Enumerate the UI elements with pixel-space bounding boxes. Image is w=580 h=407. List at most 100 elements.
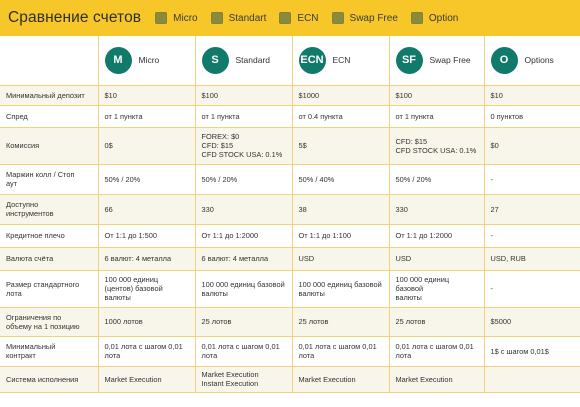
table-cell: Market Execution — [389, 366, 485, 393]
account-name: Micro — [138, 54, 160, 65]
table-cell — [484, 366, 580, 393]
table-cell: 100 000 единиц базовой валюты — [389, 270, 485, 308]
table-cell: $10 — [484, 85, 580, 106]
table-cell: $100 — [389, 85, 485, 106]
row-label: Кредитное плечо — [0, 224, 99, 248]
table-cell: Market Execution Instant Execution — [195, 366, 293, 393]
table-cell: $100 — [195, 85, 293, 106]
table-cell: 1$ с шагом 0,01$ — [484, 336, 580, 367]
table-cell: 25 лотов — [389, 307, 485, 337]
table-cell: FOREX: $0 CFD: $15 CFD STOCK USA: 0.1% — [195, 127, 293, 165]
account-name: ECN — [332, 54, 351, 65]
table-cell: 50% / 20% — [98, 164, 196, 195]
comparison-table: M Micro S Standard ECN ECN SF Swap Free … — [0, 36, 580, 393]
account-header-ecn: ECN ECN — [292, 36, 390, 86]
account-header-standard: S Standard — [195, 36, 293, 86]
table-cell: От 1:1 до 1:2000 — [195, 224, 293, 248]
filter-label: Micro — [173, 12, 198, 24]
table-cell: 330 — [389, 194, 485, 225]
table-cell: 0,01 лота с шагом 0,01 лота — [98, 336, 196, 367]
table-row: Спред от 1 пункта от 1 пункта от 0.4 пункта… — [0, 105, 580, 128]
table-cell: 1000 лотов — [98, 307, 196, 337]
row-label: Маржин колл / Стоп аут — [0, 164, 99, 195]
table-cell: 6 валют: 4 металла — [98, 247, 196, 271]
row-label: Минимальный депозит — [0, 85, 99, 106]
page-title: Сравнение счетов — [8, 9, 142, 26]
table-cell: 0,01 лота с шагом 0,01 лота — [292, 336, 390, 367]
account-header-row: M Micro S Standard ECN ECN SF Swap Free … — [0, 36, 580, 86]
account-badge-icon: M — [104, 46, 132, 74]
account-badge-icon: S — [201, 46, 229, 74]
table-cell: USD, RUB — [484, 247, 580, 271]
table-cell: 0$ — [98, 127, 196, 165]
table-row: Система исполнения Market Execution Market… — [0, 366, 580, 393]
filter-micro[interactable]: Micro — [155, 12, 198, 24]
table-cell: От 1:1 до 1:500 — [98, 224, 196, 248]
account-header-options: O Options — [484, 36, 580, 86]
table-cell: 25 лотов — [195, 307, 293, 337]
table-row: Комиссия 0$ FOREX: $0 CFD: $15 CFD STOCK U… — [0, 127, 580, 165]
filter-swap-free[interactable]: Swap Free — [331, 12, 398, 24]
table-cell: - — [484, 224, 580, 248]
table-cell: $10 — [98, 85, 196, 106]
table-cell: от 0.4 пункта — [292, 105, 390, 128]
table-row: Маржин колл / Стоп аут 50% / 20% 50% / 20%… — [0, 164, 580, 195]
table-cell: 330 — [195, 194, 293, 225]
corner-cell — [0, 36, 99, 86]
checkbox-icon[interactable] — [155, 12, 168, 24]
filter-standart[interactable]: Standart — [210, 12, 267, 24]
filter-ecn[interactable]: ECN — [279, 12, 319, 24]
table-cell: $0 — [484, 127, 580, 165]
table-cell: USD — [389, 247, 485, 271]
table-cell: От 1:1 до 1:2000 — [389, 224, 485, 248]
account-badge-icon: ECN — [298, 46, 326, 74]
table-cell: $5000 — [484, 307, 580, 337]
table-cell: 38 — [292, 194, 390, 225]
table-cell: 100 000 единиц базовой валюты — [195, 270, 293, 308]
table-cell: от 1 пункта — [195, 105, 293, 128]
table-cell: CFD: $15 CFD STOCK USA: 0.1% — [389, 127, 485, 165]
table-cell: Market Execution — [98, 366, 196, 393]
table-body: Минимальный депозит $10 $100 $1000 $100 $10 Сп… — [0, 85, 580, 393]
table-cell: 27 — [484, 194, 580, 225]
table-cell: от 1 пункта — [98, 105, 196, 128]
table-cell: - — [484, 270, 580, 308]
table-cell: от 1 пункта — [389, 105, 485, 128]
checkbox-icon[interactable] — [331, 12, 344, 24]
table-cell: 0,01 лота с шагом 0,01 лота — [195, 336, 293, 367]
row-label: Размер стандартного лота — [0, 270, 99, 308]
filter-label: ECN — [297, 12, 319, 24]
checkbox-icon[interactable] — [210, 12, 223, 24]
filter-option[interactable]: Option — [410, 12, 459, 24]
table-cell: 50% / 20% — [195, 164, 293, 195]
table-cell: 100 000 единиц (центов) базовой валюты — [98, 270, 196, 308]
row-label: Комиссия — [0, 127, 99, 165]
table-row: Ограничения по объему на 1 позицию 1000 л… — [0, 307, 580, 337]
table-cell: 0 пунктов — [484, 105, 580, 128]
table-row: Минимальный депозит $10 $100 $1000 $100 $10 — [0, 85, 580, 106]
filter-label: Option — [428, 12, 459, 24]
checkbox-icon[interactable] — [279, 12, 292, 24]
filter-label: Standart — [228, 12, 267, 24]
account-name: Swap Free — [429, 54, 471, 65]
table-row: Доступно инструментов 66 330 38 330 27 — [0, 194, 580, 225]
account-name: Standard — [235, 54, 271, 65]
account-name: Options — [524, 54, 554, 65]
table-cell: 50% / 40% — [292, 164, 390, 195]
table-cell: 25 лотов — [292, 307, 390, 337]
row-label: Валюта счёта — [0, 247, 99, 271]
checkbox-icon[interactable] — [410, 12, 423, 24]
table-cell: USD — [292, 247, 390, 271]
row-label: Спред — [0, 105, 99, 128]
table-cell: Market Execution — [292, 366, 390, 393]
table-cell: 66 — [98, 194, 196, 225]
row-label: Ограничения по объему на 1 позицию — [0, 307, 99, 337]
table-row: Валюта счёта 6 валют: 4 металла 6 валют: 4… — [0, 247, 580, 271]
table-cell: 100 000 единиц базовой валюты — [292, 270, 390, 308]
row-label: Доступно инструментов — [0, 194, 99, 225]
account-header-micro: M Micro — [98, 36, 196, 86]
filter-label: Swap Free — [349, 12, 398, 24]
table-cell: - — [484, 164, 580, 195]
row-label: Минимальный контракт — [0, 336, 99, 367]
table-cell: 0,01 лота с шагом 0,01 лота — [389, 336, 485, 367]
